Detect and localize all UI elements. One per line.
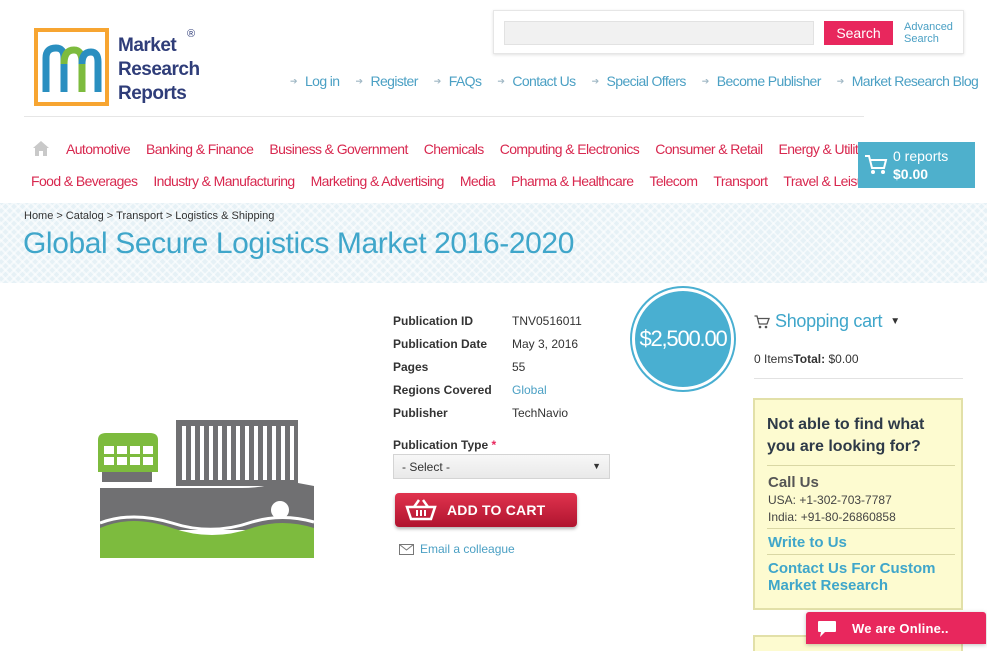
cart-icon — [754, 314, 770, 328]
publication-date: May 3, 2016 — [512, 336, 579, 351]
top-links: ➔ Log in ➔ Register ➔ FAQs ➔ Contact Us ➔ Spe… — [290, 73, 987, 89]
nav-chemicals[interactable]: Chemicals — [424, 141, 485, 157]
nav-pharma-healthcare[interactable]: Pharma & Healthcare — [511, 173, 634, 189]
write-to-us-link[interactable]: Write to Us — [768, 534, 847, 551]
search-button[interactable]: Search — [824, 21, 893, 45]
nav-computing-electronics[interactable]: Computing & Electronics — [500, 141, 640, 157]
breadcrumb: Home > Catalog > Transport > Logistics & Shipp… — [24, 210, 275, 222]
registered-mark: ® — [187, 28, 196, 40]
publication-type-select[interactable]: - Select - ▼ — [393, 454, 610, 479]
toplink-register[interactable]: ➔ Register — [355, 73, 419, 89]
cart-count: 0 reports — [893, 148, 949, 164]
arrow-icon: ➔ — [355, 75, 364, 86]
header-cart[interactable]: 0 reports $0.00 — [858, 142, 975, 188]
page-count: 55 — [512, 359, 526, 374]
live-chat-button[interactable]: We are Online.. — [806, 612, 986, 644]
search-input[interactable] — [504, 21, 814, 45]
nav-food-beverages[interactable]: Food & Beverages — [31, 173, 138, 189]
regions-link[interactable]: Global — [512, 383, 547, 397]
divider — [767, 528, 955, 529]
cart-total: $0.00 — [893, 166, 929, 182]
phone-usa: USA: +1-302-703-7787 — [768, 493, 892, 507]
basket-icon — [405, 499, 437, 521]
nav-automotive[interactable]: Automotive — [66, 141, 131, 157]
chat-bubble-icon — [818, 621, 836, 637]
add-to-cart-button[interactable]: ADD TO CART — [395, 493, 577, 527]
arrow-icon: ➔ — [497, 75, 505, 86]
detail-row-pages: Pages 55 — [393, 359, 526, 374]
arrow-icon: ➔ — [701, 75, 710, 86]
nav-divider — [24, 116, 864, 117]
envelope-icon — [399, 543, 414, 555]
help-title: Not able to find what you are looking fo… — [767, 416, 925, 455]
toplink-login[interactable]: ➔ Log in — [290, 73, 340, 89]
custom-research-link[interactable]: Contact Us For Custom Market Research — [768, 560, 958, 594]
publication-id: TNV0516011 — [512, 313, 582, 328]
toplink-become-publisher[interactable]: ➔ Become Publisher — [701, 73, 822, 89]
nav-consumer-retail[interactable]: Consumer & Retail — [655, 141, 763, 157]
cart-icon — [865, 155, 888, 174]
breadcrumb-home[interactable]: Home — [24, 210, 53, 222]
help-box: Not able to find what you are looking fo… — [753, 398, 963, 610]
home-icon[interactable] — [32, 140, 50, 157]
email-colleague-link[interactable]: Email a colleague — [399, 542, 515, 556]
publication-type-label: Publication Type * — [393, 438, 497, 452]
required-marker: * — [491, 438, 497, 452]
breadcrumb-catalog[interactable]: Catalog — [66, 210, 104, 222]
publication-details: Publication ID TNV0516011 Publication Da… — [393, 309, 582, 424]
detail-row-regions: Regions Covered Global — [393, 382, 547, 397]
dropdown-caret-icon: ▼ — [592, 461, 601, 471]
logo-m-icon — [42, 44, 102, 92]
cargo-ship-image — [98, 420, 315, 558]
nav-business-government[interactable]: Business & Government — [269, 141, 408, 157]
logo-wordmark: Market Research Reports — [118, 35, 200, 104]
detail-row-publisher: Publisher TechNavio — [393, 405, 569, 420]
site-logo[interactable]: Market Research Reports ® — [34, 28, 209, 106]
call-us-heading: Call Us — [768, 474, 819, 491]
category-nav-row-1: Automotive Banking & Finance Business & … — [66, 141, 890, 157]
nav-industry-manufacturing[interactable]: Industry & Manufacturing — [153, 173, 295, 189]
toplink-blog[interactable]: ➔ Market Research Blog — [836, 73, 979, 89]
category-nav-row-2: Food & Beverages Industry & Manufacturin… — [31, 173, 891, 189]
phone-india: India: +91-80-26860858 — [768, 510, 896, 524]
divider — [767, 465, 955, 466]
publisher-name: TechNavio — [512, 405, 569, 420]
breadcrumb-current: Logistics & Shipping — [175, 210, 275, 222]
arrow-icon: ➔ — [591, 75, 600, 86]
search-panel: Search Advanced Search — [493, 10, 964, 54]
chevron-down-icon: ▼ — [890, 316, 900, 327]
shopping-cart-header[interactable]: Shopping cart ▼ — [754, 311, 900, 332]
nav-transport[interactable]: Transport — [713, 173, 768, 189]
breadcrumb-transport[interactable]: Transport — [116, 210, 163, 222]
nav-marketing-advertising[interactable]: Marketing & Advertising — [311, 173, 445, 189]
price-badge: $2,500.00 — [632, 288, 734, 390]
nav-banking-finance[interactable]: Banking & Finance — [146, 141, 254, 157]
toplink-faqs[interactable]: ➔ FAQs — [434, 73, 482, 89]
toplink-special-offers[interactable]: ➔ Special Offers — [591, 73, 687, 89]
detail-row-pub-date: Publication Date May 3, 2016 — [393, 336, 579, 351]
logo-mark — [34, 28, 109, 106]
divider — [754, 378, 963, 379]
toplink-contact[interactable]: ➔ Contact Us — [497, 73, 576, 89]
page-title: Global Secure Logistics Market 2016-2020 — [23, 227, 574, 260]
arrow-icon: ➔ — [836, 75, 845, 86]
shopping-cart-summary: 0 ItemsTotal: $0.00 — [754, 352, 859, 366]
advanced-search-link[interactable]: Advanced Search — [904, 21, 964, 45]
nav-media[interactable]: Media — [460, 173, 496, 189]
detail-row-pub-id: Publication ID TNV0516011 — [393, 313, 582, 328]
arrow-icon: ➔ — [290, 75, 298, 86]
arrow-icon: ➔ — [433, 75, 442, 86]
nav-telecom[interactable]: Telecom — [649, 173, 698, 189]
divider — [767, 554, 955, 555]
